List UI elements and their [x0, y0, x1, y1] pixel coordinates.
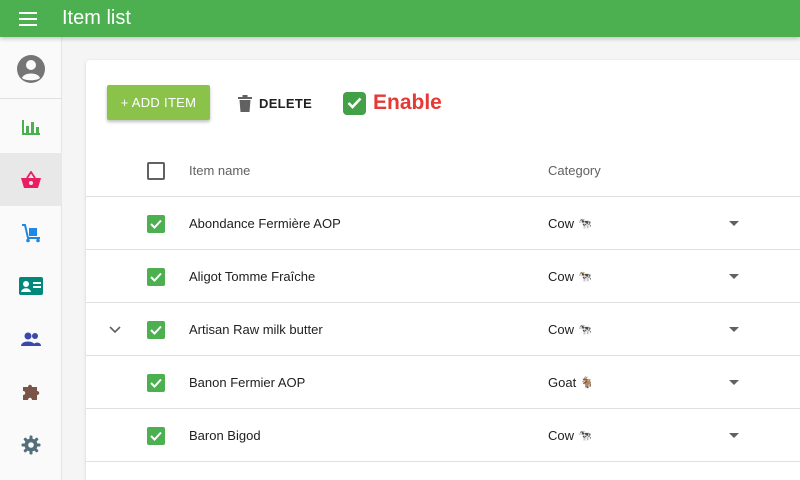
delete-label: DELETE: [259, 95, 313, 111]
cow-icon: 🐄: [578, 218, 592, 230]
delete-button[interactable]: DELETE: [238, 88, 312, 118]
sidebar-item-account[interactable]: [0, 42, 62, 95]
people-icon: [21, 332, 41, 346]
select-all-checkbox[interactable]: [147, 161, 165, 180]
sidebar-item-analytics[interactable]: [0, 100, 62, 153]
table-row[interactable]: Aligot Tomme Fraîche Cow 🐄: [86, 250, 800, 303]
category-label: Goat: [548, 375, 577, 390]
row-menu-dropdown[interactable]: [729, 197, 739, 250]
sidebar-item-products[interactable]: [0, 153, 62, 206]
row-menu-dropdown[interactable]: [729, 409, 739, 462]
sidebar-item-settings[interactable]: [0, 418, 62, 471]
caret-down-icon: [729, 433, 739, 438]
column-header-item-name[interactable]: Item name: [189, 144, 250, 197]
puzzle-icon: [23, 384, 40, 400]
item-list-card: + ADD ITEM DELETE Enable Item name Categ…: [86, 60, 800, 480]
row-checkbox[interactable]: [147, 214, 165, 233]
item-name: Baron Bigod: [189, 428, 261, 443]
sidebar-item-users[interactable]: [0, 312, 62, 365]
row-checkbox[interactable]: [147, 320, 165, 339]
hamburger-menu-icon: [19, 11, 37, 26]
row-checkbox[interactable]: [147, 267, 165, 286]
goat-icon: 🐐: [580, 377, 594, 389]
cow-icon: 🐄: [578, 430, 592, 442]
sidebar-item-extensions[interactable]: [0, 365, 62, 418]
category-label: Cow: [548, 428, 575, 443]
contact-card-icon: [19, 276, 43, 295]
account-icon: [17, 54, 45, 83]
basket-icon: [21, 170, 41, 188]
column-header-category[interactable]: Category: [548, 144, 601, 197]
select-all-checkbox-cell: [147, 144, 165, 197]
table-row[interactable]: Banon Fermier AOP Goat 🐐: [86, 356, 800, 409]
category-label: Cow: [548, 216, 575, 231]
row-menu-dropdown[interactable]: [729, 303, 739, 356]
settings-icon: [21, 435, 41, 454]
row-menu-dropdown[interactable]: [729, 356, 739, 409]
item-name: Artisan Raw milk butter: [189, 322, 323, 337]
table-row[interactable]: Baron Bigod Cow 🐄: [86, 409, 800, 462]
caret-down-icon: [729, 327, 739, 332]
chevron-down-icon: [109, 325, 121, 333]
caret-down-icon: [729, 274, 739, 279]
page-title: Item list: [62, 7, 131, 29]
cow-icon: 🐄: [578, 271, 592, 283]
table-header: Item name Category: [86, 144, 800, 197]
table-row[interactable]: Artisan Raw milk butter Cow 🐄: [86, 303, 800, 356]
item-category: Cow 🐄: [548, 250, 592, 303]
row-checkbox[interactable]: [147, 373, 165, 392]
item-name: Banon Fermier AOP: [189, 375, 306, 390]
item-category: Cow 🐄: [548, 409, 592, 462]
expand-row-button[interactable]: [109, 303, 121, 356]
sidebar-item-orders[interactable]: [0, 206, 62, 259]
item-category: Goat 🐐: [548, 356, 594, 409]
menu-button[interactable]: [0, 0, 56, 37]
cow-icon: 🐄: [578, 324, 592, 336]
row-checkbox[interactable]: [147, 426, 165, 445]
enable-button[interactable]: Enable: [343, 88, 442, 118]
category-label: Cow: [548, 269, 575, 284]
item-name: Aligot Tomme Fraîche: [189, 269, 316, 284]
item-category: Cow 🐄: [548, 303, 592, 356]
item-category: Cow 🐄: [548, 197, 592, 250]
chart-icon: [22, 119, 40, 135]
sidebar-item-customers[interactable]: [0, 259, 62, 312]
add-item-button[interactable]: + ADD ITEM: [107, 85, 210, 120]
table-row[interactable]: Abondance Fermière AOP Cow 🐄: [86, 197, 800, 250]
app-bar: Item list: [0, 0, 800, 37]
sidebar-divider: [0, 98, 62, 99]
trash-icon: [238, 94, 252, 112]
dolly-icon: [22, 223, 40, 242]
item-name: Abondance Fermière AOP: [189, 216, 341, 231]
row-menu-dropdown[interactable]: [729, 250, 739, 303]
sidebar: [0, 37, 62, 480]
caret-down-icon: [729, 221, 739, 226]
check-mark-icon: [343, 91, 366, 115]
category-label: Cow: [548, 322, 575, 337]
caret-down-icon: [729, 380, 739, 385]
enable-label: Enable: [373, 91, 442, 114]
